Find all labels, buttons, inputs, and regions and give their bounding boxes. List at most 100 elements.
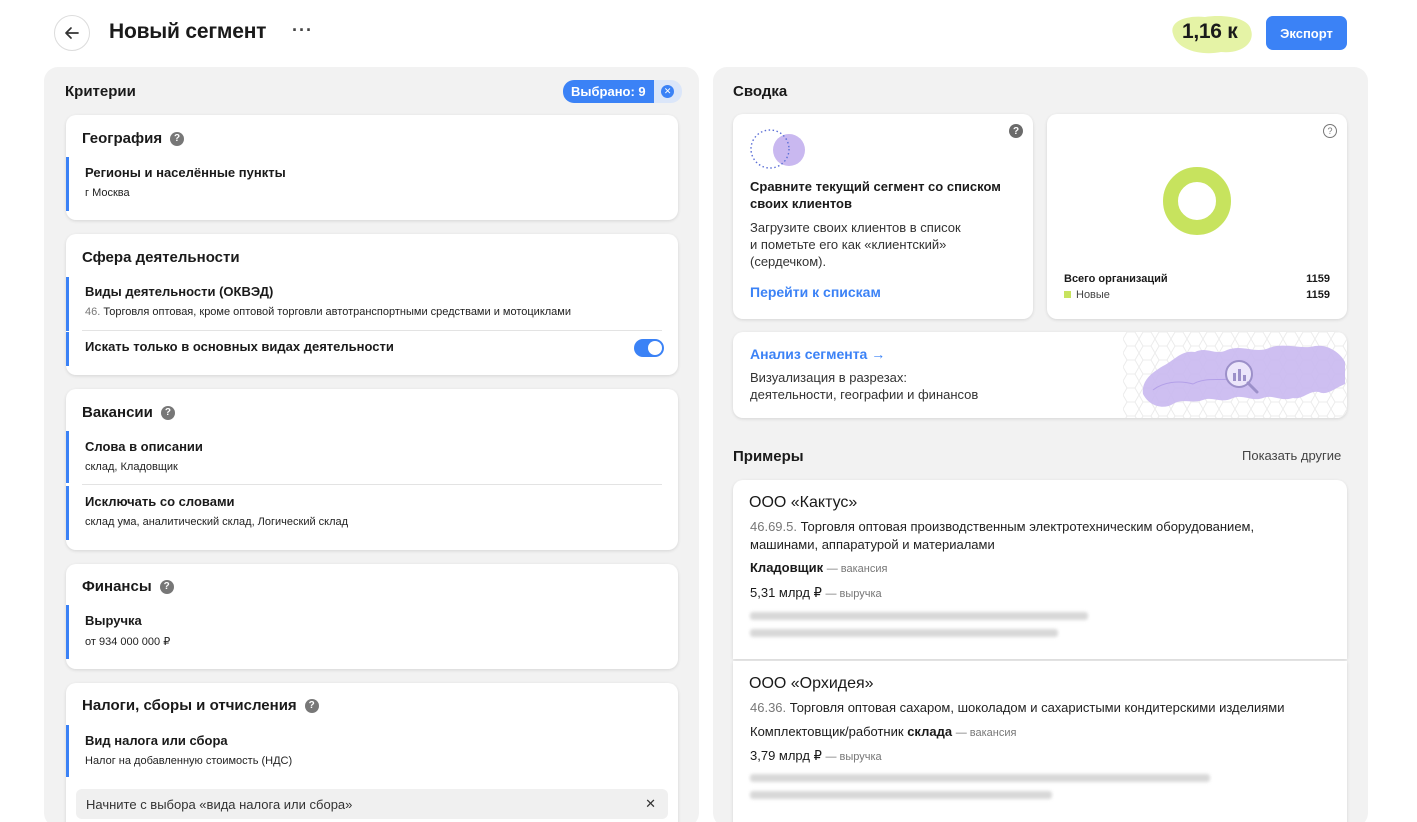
compare-circles-icon [750, 129, 805, 169]
go-to-lists-link[interactable]: Перейти к спискам [750, 284, 881, 300]
taxes-title: Налоги, сборы и отчисления ? [82, 697, 319, 714]
vacancies-title: Вакансии ? [82, 404, 175, 421]
regions-criterion[interactable]: Регионы и населённые пункты г Москва [66, 157, 662, 211]
vacancy-keyword: склада [907, 724, 953, 739]
company-activity-code: 46.69.5. [750, 519, 797, 534]
compare-description-line: Загрузите своих клиентов в список [750, 220, 961, 235]
tax-label: Вид налога или сбора [85, 733, 228, 748]
help-icon[interactable]: ? [170, 131, 185, 146]
clear-icon[interactable]: ✕ [645, 796, 656, 812]
okved-text: Торговля оптовая, кроме оптовой торговли… [103, 306, 571, 318]
more-options-button[interactable]: ··· [292, 20, 313, 41]
revenue-criterion[interactable]: Выручка от 934 000 000 ₽ [66, 605, 662, 659]
analysis-description-line: деятельности, географии и финансов [750, 387, 979, 402]
analysis-description: Визуализация в разрезах: деятельности, г… [750, 369, 978, 403]
stats-total-value: 1159 [1306, 273, 1330, 285]
vacancy-prefix: Комплектовщик/работник [750, 724, 908, 739]
criteria-title: Критерии [65, 83, 136, 100]
company-vacancy: Кладовщик — вакансия [750, 560, 887, 575]
tax-input-placeholder: Начните с выбора «вида налога или сбора» [86, 796, 353, 812]
stats-new-row: Новые 1159 [1064, 289, 1330, 301]
analysis-description-line: Визуализация в разрезах: [750, 370, 907, 385]
company-name: ООО «Орхидея» [749, 675, 874, 692]
example-company-card[interactable]: ООО «Кактус» 46.69.5. Торговля оптовая п… [733, 480, 1347, 659]
revenue-amount: 3,79 млрд ₽ [750, 748, 822, 763]
tax-input[interactable]: Начните с выбора «вида налога или сбора»… [76, 789, 668, 819]
main-only-toggle[interactable] [634, 339, 664, 357]
taxes-title-text: Налоги, сборы и отчисления [82, 697, 297, 714]
words-criterion[interactable]: Слова в описании склад, Кладовщик [66, 431, 662, 483]
stats-total-row: Всего организаций 1159 [1064, 273, 1330, 285]
stats-total-label: Всего организаций [1064, 273, 1168, 285]
compare-description-line: и пометьте его как «клиентский» [750, 237, 947, 252]
arrow-left-icon [65, 27, 79, 39]
vacancies-card: Вакансии ? Слова в описании склад, Кладо… [66, 389, 678, 550]
exclude-criterion[interactable]: Исключать со словами склад ума, аналитич… [66, 486, 662, 540]
back-button[interactable] [54, 15, 90, 51]
help-icon[interactable]: ? [304, 698, 319, 713]
blurred-address [750, 612, 1088, 620]
clear-selection-button[interactable]: ✕ [653, 80, 682, 103]
finance-title: Финансы ? [82, 578, 174, 595]
compare-card: ? Сравните текущий сегмент со списком св… [733, 114, 1033, 319]
company-activity: 46.69.5. Торговля оптовая производственн… [750, 518, 1310, 554]
compare-description: Загрузите своих клиентов в список и поме… [750, 219, 1010, 270]
words-value: склад, Кладовщик [85, 461, 178, 473]
analysis-card[interactable]: Анализ сегмента → Визуализация в разреза… [733, 332, 1347, 418]
revenue-tag: — выручка [825, 751, 882, 763]
okved-criterion[interactable]: Виды деятельности (ОКВЭД) 46. Торговля о… [66, 277, 662, 331]
revenue-label: Выручка [85, 613, 142, 628]
tax-criterion[interactable]: Вид налога или сбора Налог на добавленну… [66, 725, 662, 777]
geography-title: География ? [82, 130, 185, 147]
exclude-value: склад ума, аналитический склад, Логическ… [85, 516, 349, 528]
vacancy-tag: — вакансия [955, 727, 1017, 739]
okved-label: Виды деятельности (ОКВЭД) [85, 284, 274, 299]
regions-value: г Москва [85, 187, 130, 199]
help-icon[interactable]: ? [159, 579, 174, 594]
company-activity-text: Торговля оптовая производственным электр… [750, 519, 1255, 552]
company-activity: 46.36. Торговля оптовая сахаром, шоколад… [750, 699, 1340, 717]
geography-card: География ? Регионы и населённые пункты … [66, 115, 678, 220]
vacancy-tag: — вакансия [826, 563, 888, 575]
tax-value: Налог на добавленную стоимость (НДС) [85, 755, 293, 767]
main-only-label: Искать только в основных видах деятельно… [85, 339, 394, 354]
help-icon[interactable]: ? [1009, 124, 1023, 138]
finance-card: Финансы ? Выручка от 934 000 000 ₽ [66, 564, 678, 669]
company-vacancy: Комплектовщик/работник склада — вакансия [750, 724, 1016, 739]
activity-card: Сфера деятельности Виды деятельности (ОК… [66, 234, 678, 375]
russia-map-illustration [1123, 332, 1347, 418]
activity-title-text: Сфера деятельности [82, 249, 240, 266]
stats-new-label-wrap: Новые [1064, 289, 1110, 301]
stats-card: ? Всего организаций 1159 Новые 1159 [1047, 114, 1347, 319]
finance-title-text: Финансы [82, 578, 152, 595]
stats-new-value: 1159 [1306, 289, 1330, 301]
compare-title: Сравните текущий сегмент со списком свои… [750, 179, 1001, 211]
okved-value: 46. Торговля оптовая, кроме оптовой торг… [85, 306, 662, 318]
vacancies-title-text: Вакансии [82, 404, 153, 421]
summary-title: Сводка [733, 83, 788, 100]
company-name: ООО «Кактус» [749, 494, 858, 511]
segment-analysis-link[interactable]: Анализ сегмента → [750, 346, 885, 362]
example-company-card[interactable]: ООО «Орхидея» 46.36. Торговля оптовая са… [733, 661, 1347, 822]
taxes-card: Налоги, сборы и отчисления ? Вид налога … [66, 683, 678, 822]
blurred-address [750, 774, 1210, 782]
donut-chart [1163, 167, 1231, 235]
revenue-tag: — выручка [825, 588, 882, 600]
divider [82, 330, 662, 331]
company-revenue: 5,31 млрд ₽ — выручка [750, 585, 882, 601]
stats-new-label: Новые [1076, 289, 1110, 301]
selected-count[interactable]: Выбрано: 9 [563, 80, 654, 103]
examples-title: Примеры [733, 448, 804, 465]
revenue-value: от 934 000 000 ₽ [85, 636, 171, 648]
activity-title: Сфера деятельности [82, 249, 240, 266]
company-revenue: 3,79 млрд ₽ — выручка [750, 748, 882, 764]
divider [82, 484, 662, 485]
words-label: Слова в описании [85, 439, 203, 454]
company-activity-code: 46.36. [750, 700, 787, 715]
export-button[interactable]: Экспорт [1266, 16, 1347, 50]
show-more-link[interactable]: Показать другие [1242, 448, 1341, 463]
revenue-amount: 5,31 млрд ₽ [750, 585, 822, 600]
help-icon[interactable]: ? [160, 405, 175, 420]
help-icon[interactable]: ? [1323, 124, 1337, 138]
segment-count: 1,16 к [1182, 20, 1238, 43]
